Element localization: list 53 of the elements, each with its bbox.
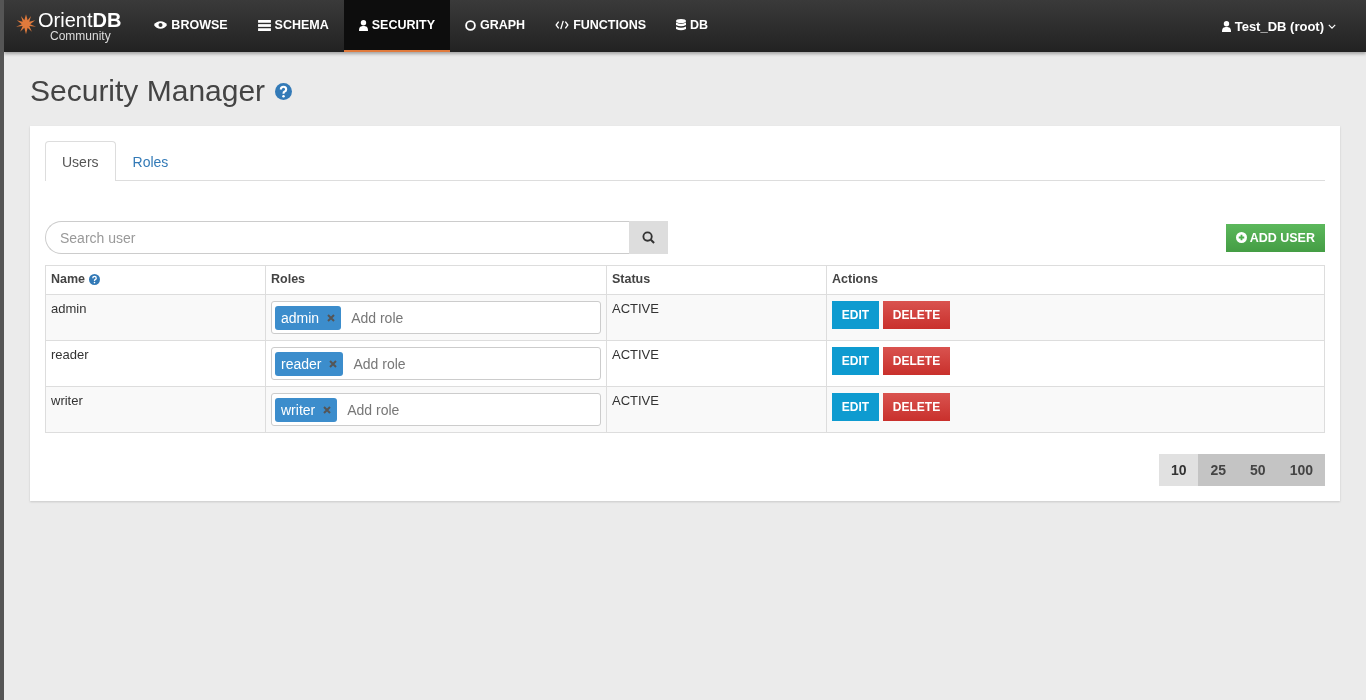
column-header: Name	[45, 265, 266, 295]
logo-brand: OrientDB	[38, 10, 122, 30]
nav-item[interactable]: DB	[661, 0, 724, 52]
nav-item[interactable]: BROWSE	[139, 0, 243, 52]
plus-circle-icon	[1235, 232, 1247, 243]
delete-button[interactable]: DELETE	[883, 393, 950, 421]
roles-field[interactable]: writer Add role	[271, 393, 601, 426]
page-size-button[interactable]: 50	[1238, 454, 1278, 486]
nav-item[interactable]: GRAPH	[450, 0, 541, 52]
code-icon	[555, 20, 570, 30]
role-tag: admin	[275, 305, 342, 330]
page-size-button[interactable]: 100	[1277, 454, 1325, 486]
table-cell: ACTIVE	[606, 340, 827, 387]
delete-button[interactable]: DELETE	[883, 347, 950, 375]
search-button[interactable]	[629, 221, 668, 254]
edit-button[interactable]: EDIT	[832, 301, 879, 329]
user-icon	[1221, 20, 1231, 32]
table-cell: ACTIVE	[606, 386, 827, 433]
roles-field[interactable]: admin Add role	[271, 301, 601, 334]
eye-icon	[154, 20, 168, 30]
list-icon	[257, 19, 271, 31]
page-size-button[interactable]: 10	[1158, 454, 1199, 486]
database-icon	[676, 19, 687, 31]
user-icon	[358, 19, 368, 31]
page-title: Security Manager	[30, 74, 266, 108]
add-user-button[interactable]: ADD USER	[1225, 223, 1325, 252]
tab[interactable]: Users	[45, 141, 116, 181]
logo-edition: Community	[50, 30, 112, 42]
circle-icon	[465, 19, 476, 31]
edit-button[interactable]: EDIT	[832, 393, 879, 421]
table-cell: reader	[45, 340, 266, 387]
table-cell: writer	[45, 386, 266, 433]
table-cell: admin	[45, 294, 266, 341]
roles-field[interactable]: reader Add role	[271, 347, 601, 380]
role-tag: reader	[275, 351, 344, 376]
column-header: Actions	[826, 265, 1325, 295]
nav-item[interactable]: SECURITY	[343, 0, 450, 52]
help-icon[interactable]	[275, 82, 293, 100]
column-header: Status	[606, 265, 827, 295]
nav-item[interactable]: SCHEMA	[242, 0, 344, 52]
edit-button[interactable]: EDIT	[832, 347, 879, 375]
help-icon[interactable]	[88, 274, 100, 286]
role-tag: writer	[275, 397, 338, 422]
delete-button[interactable]: DELETE	[883, 301, 950, 329]
nav-item[interactable]: FUNCTIONS	[540, 0, 662, 52]
search-icon	[642, 231, 655, 244]
page-size-button[interactable]: 25	[1198, 454, 1239, 486]
caret-icon	[1328, 23, 1336, 29]
search-field[interactable]: Search user	[45, 221, 629, 254]
user-menu[interactable]: Test_DB (root)	[1221, 0, 1336, 52]
tab[interactable]: Roles	[115, 141, 186, 181]
column-header: Roles	[265, 265, 607, 295]
table-cell: ACTIVE	[606, 294, 827, 341]
